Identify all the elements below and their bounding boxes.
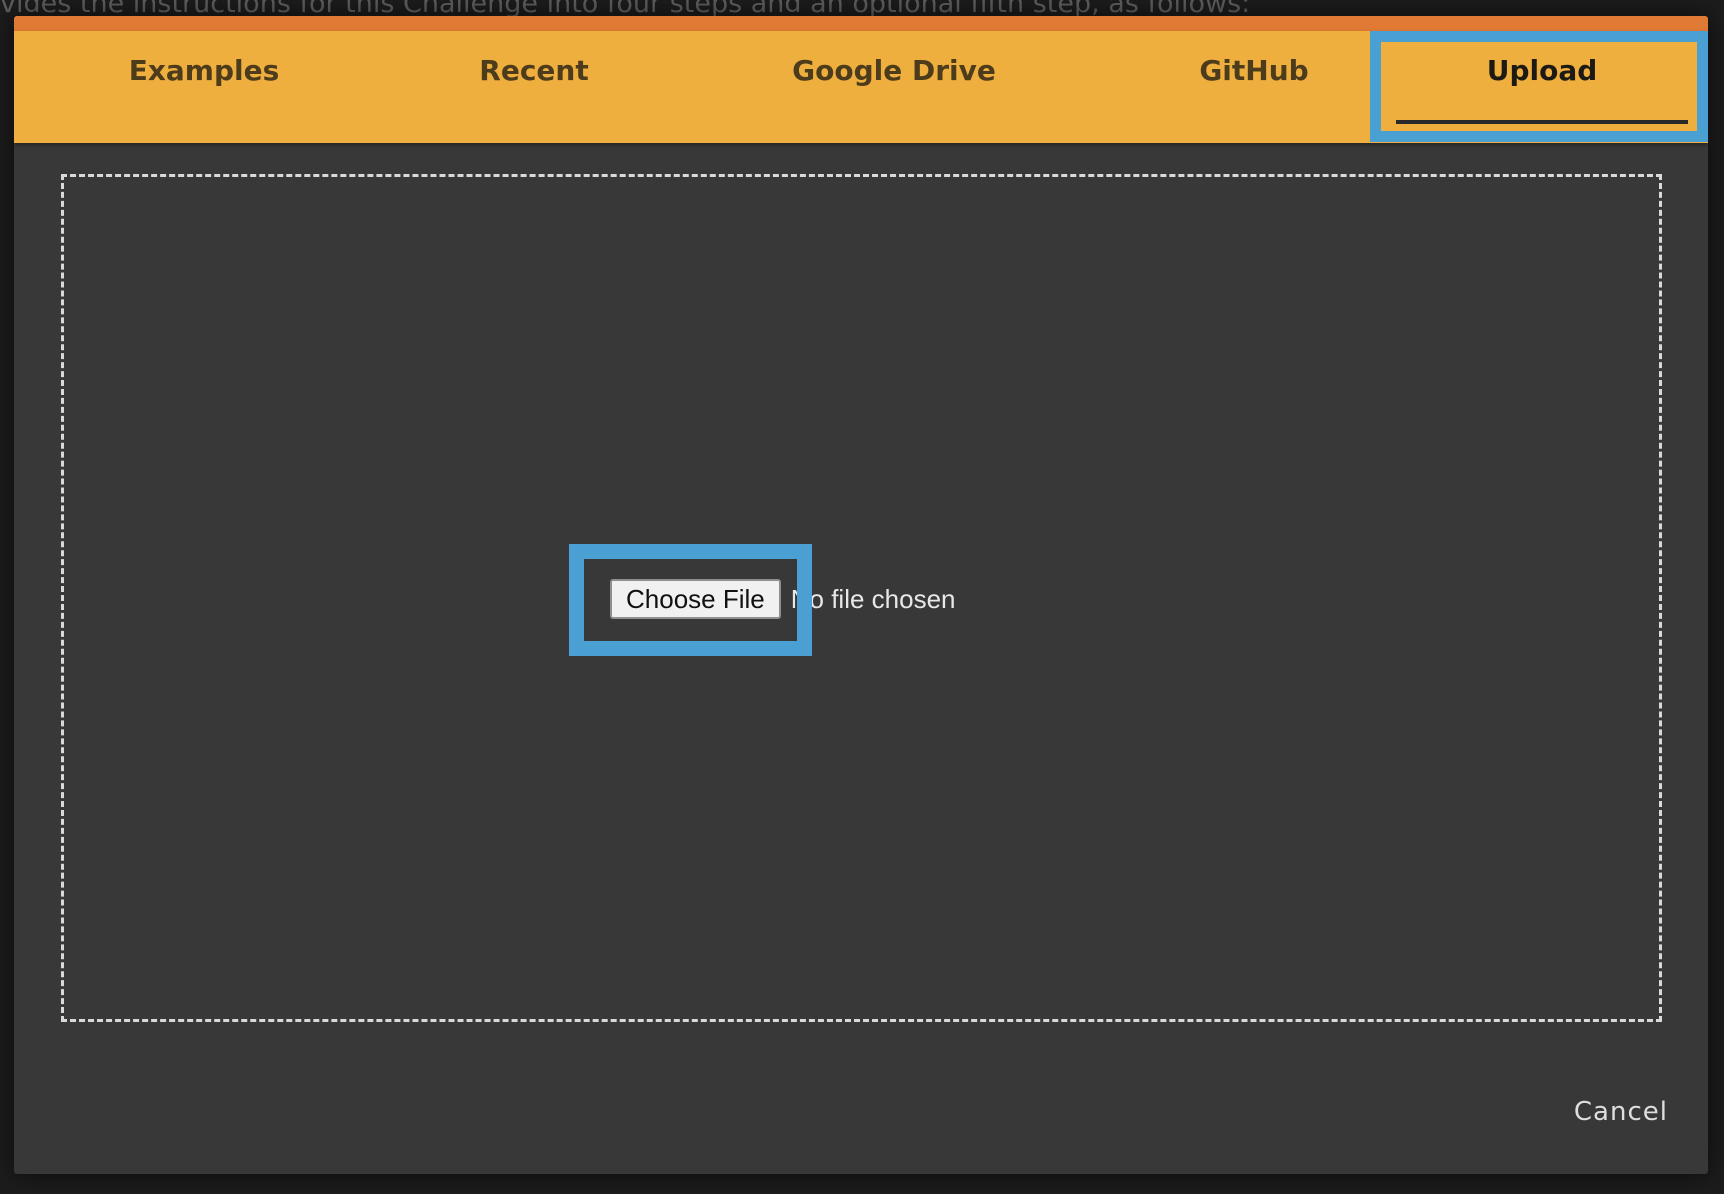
dialog-top-strip xyxy=(14,16,1708,31)
cancel-button[interactable]: Cancel xyxy=(1574,1090,1668,1134)
choose-file-button[interactable]: Choose File xyxy=(610,579,781,619)
file-input: Choose File No file chosen xyxy=(610,578,956,620)
open-notebook-dialog: Examples Recent Google Drive GitHub Uplo… xyxy=(14,16,1708,1174)
active-tab-indicator xyxy=(1396,120,1688,124)
tab-google-drive[interactable]: Google Drive xyxy=(714,31,1074,127)
tab-recent[interactable]: Recent xyxy=(404,31,664,127)
tab-examples[interactable]: Examples xyxy=(54,31,354,127)
tab-github[interactable]: GitHub xyxy=(1114,31,1394,127)
tab-upload[interactable]: Upload xyxy=(1396,31,1688,127)
file-status-text: No file chosen xyxy=(790,583,956,614)
dialog-tab-bar: Examples Recent Google Drive GitHub Uplo… xyxy=(14,31,1708,143)
